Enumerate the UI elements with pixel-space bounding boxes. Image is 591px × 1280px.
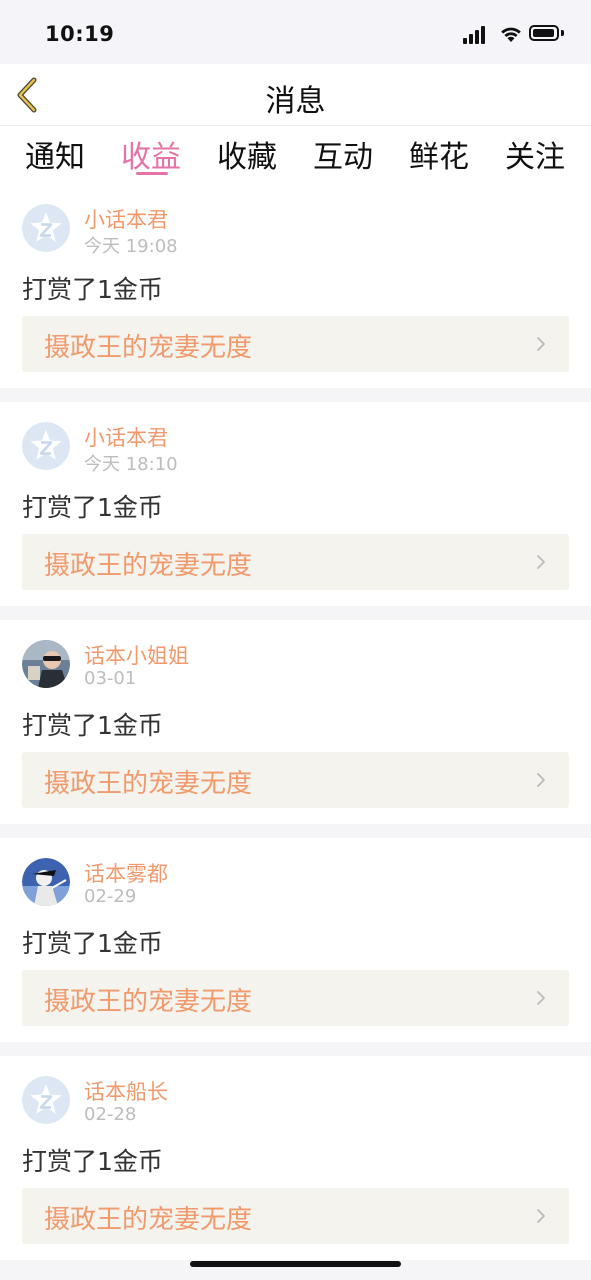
reward-text: 打赏了1金币 — [22, 711, 163, 740]
user-photo-avatar[interactable] — [22, 858, 70, 906]
user-photo-avatar[interactable] — [22, 640, 70, 688]
book-link[interactable]: 摄政王的宠妻无度 — [22, 1188, 569, 1244]
status-time: 10:19 — [45, 22, 115, 46]
book-title: 摄政王的宠妻无度 — [44, 1205, 253, 1235]
list-item: 话本船长 02-28 打赏了1金币 摄政王的宠妻无度 — [0, 1056, 591, 1260]
tab-interactions[interactable]: 互动 — [295, 132, 391, 176]
wifi-icon — [501, 27, 521, 42]
page-title: 消息 — [265, 84, 326, 119]
home-indicator[interactable] — [190, 1261, 401, 1267]
tab-flowers[interactable]: 鲜花 — [391, 132, 487, 176]
status-icons — [463, 24, 567, 44]
chevron-right-icon — [537, 773, 545, 787]
book-title: 摄政王的宠妻无度 — [44, 987, 253, 1017]
book-link[interactable]: 摄政王的宠妻无度 — [22, 534, 569, 590]
chevron-right-icon — [537, 1209, 545, 1223]
list-item: 小话本君 今天 18:10 打赏了1金币 摄政王的宠妻无度 — [0, 402, 591, 606]
username[interactable]: 话本船长 — [84, 1076, 168, 1106]
timestamp: 02-29 — [84, 886, 137, 907]
list-item: 小话本君 今天 19:08 打赏了1金币 摄政王的宠妻无度 — [0, 184, 591, 388]
username[interactable]: 小话本君 — [84, 204, 168, 234]
default-avatar-icon[interactable] — [22, 204, 70, 252]
username[interactable]: 话本雾都 — [84, 858, 168, 888]
battery-icon — [529, 25, 559, 41]
chevron-right-icon — [537, 555, 545, 569]
tab-earnings[interactable]: 收益 — [103, 132, 199, 176]
tab-follows[interactable]: 关注 — [487, 132, 583, 176]
nav-bar: 消息 — [0, 64, 591, 126]
book-title: 摄政王的宠妻无度 — [44, 551, 253, 581]
status-bar: 10:19 — [0, 0, 591, 64]
active-tab-indicator — [136, 172, 168, 175]
reward-text: 打赏了1金币 — [22, 493, 163, 522]
tab-bar: 通知 收益 收藏 互动 鲜花 关注 — [0, 126, 591, 184]
reward-text: 打赏了1金币 — [22, 1147, 163, 1176]
username[interactable]: 话本小姐姐 — [84, 640, 189, 670]
timestamp: 今天 19:08 — [84, 236, 178, 257]
default-avatar-icon[interactable] — [22, 422, 70, 470]
book-link[interactable]: 摄政王的宠妻无度 — [22, 970, 569, 1026]
timestamp: 今天 18:10 — [84, 454, 178, 475]
tab-favorites[interactable]: 收藏 — [199, 132, 295, 176]
list-item: 话本小姐姐 03-01 打赏了1金币 摄政王的宠妻无度 — [0, 620, 591, 824]
book-link[interactable]: 摄政王的宠妻无度 — [22, 752, 569, 808]
book-link[interactable]: 摄政王的宠妻无度 — [22, 316, 569, 372]
tab-notifications[interactable]: 通知 — [7, 132, 103, 176]
default-avatar-icon[interactable] — [22, 1076, 70, 1124]
reward-text: 打赏了1金币 — [22, 275, 163, 304]
chevron-right-icon — [537, 337, 545, 351]
signal-icon — [463, 24, 489, 44]
username[interactable]: 小话本君 — [84, 422, 168, 452]
reward-text: 打赏了1金币 — [22, 929, 163, 958]
timestamp: 03-01 — [84, 668, 137, 689]
timestamp: 02-28 — [84, 1104, 137, 1125]
list-item: 话本雾都 02-29 打赏了1金币 摄政王的宠妻无度 — [0, 838, 591, 1042]
book-title: 摄政王的宠妻无度 — [44, 333, 253, 363]
book-title: 摄政王的宠妻无度 — [44, 769, 253, 799]
chevron-right-icon — [537, 991, 545, 1005]
